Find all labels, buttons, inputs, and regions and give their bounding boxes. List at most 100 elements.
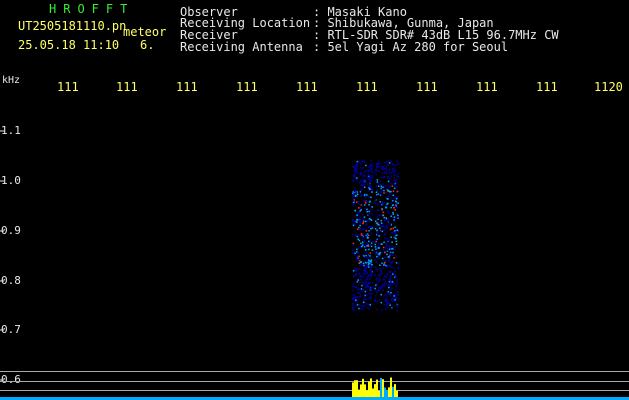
- echo-pixel: [365, 233, 367, 235]
- level-bar: [396, 390, 398, 397]
- time-tick-label: 111: [476, 80, 498, 94]
- echo-pixel: [357, 279, 359, 281]
- echo-pixel: [396, 234, 398, 236]
- echo-pixel: [352, 223, 355, 225]
- echo-pixel: [370, 196, 372, 199]
- level-bar: [376, 379, 378, 397]
- echo-pixel: [391, 185, 394, 187]
- echo-pixel: [368, 204, 370, 206]
- echo-pixel: [374, 258, 376, 261]
- echo-pixel: [395, 197, 398, 200]
- echo-pixel: [387, 291, 390, 293]
- echo-pixel: [370, 228, 372, 230]
- echo-pixel: [374, 220, 377, 223]
- echo-pixel: [356, 214, 358, 216]
- echo-pixel: [390, 274, 392, 276]
- echo-pixel: [366, 264, 368, 267]
- echo-pixel: [375, 219, 378, 221]
- echo-pixel: [371, 293, 373, 295]
- echo-pixel: [396, 213, 398, 215]
- echo-pixel: [395, 179, 397, 181]
- echo-pixel: [397, 294, 399, 296]
- echo-pixel: [371, 281, 374, 284]
- echo-pixel: [367, 169, 370, 171]
- echo-pixel: [389, 271, 392, 273]
- echo-pixel: [396, 281, 398, 284]
- echo-pixel: [370, 180, 372, 182]
- echo-pixel: [352, 249, 355, 251]
- echo-pixel: [389, 279, 391, 282]
- echo-pixel: [394, 270, 396, 272]
- echo-pixel: [363, 199, 365, 202]
- echo-pixel: [387, 306, 389, 308]
- echo-pixel: [359, 276, 361, 278]
- echo-pixel: [366, 220, 369, 222]
- echo-pixel: [362, 228, 364, 231]
- echo-pixel: [364, 270, 366, 272]
- echo-pixel: [384, 256, 386, 259]
- echo-pixel: [391, 287, 393, 289]
- echo-pixel: [366, 266, 368, 268]
- level-bar: [364, 384, 366, 397]
- echo-pixel: [385, 298, 388, 300]
- echo-pixel: [362, 308, 364, 311]
- level-bar: [360, 384, 362, 397]
- echo-pixel: [393, 167, 396, 169]
- echo-pixel: [378, 299, 380, 302]
- echo-pixel: [389, 251, 391, 253]
- echo-pixel: [390, 171, 393, 174]
- echo-pixel: [369, 282, 371, 284]
- echo-pixel: [382, 183, 384, 185]
- echo-pixel: [371, 188, 374, 191]
- echo-pixel: [367, 236, 369, 239]
- echo-pixel: [367, 266, 370, 268]
- echo-pixel: [383, 275, 386, 277]
- echo-pixel: [390, 160, 392, 163]
- echo-pixel: [385, 188, 388, 190]
- echo-pixel: [355, 299, 357, 302]
- echo-pixel: [366, 183, 368, 185]
- echo-pixel: [362, 305, 364, 308]
- echo-pixel: [354, 193, 356, 195]
- echo-pixel: [384, 162, 386, 164]
- echo-pixel: [383, 284, 386, 287]
- echo-pixel: [376, 301, 378, 303]
- echo-pixel: [393, 257, 395, 259]
- echo-pixel: [377, 163, 380, 165]
- echo-pixel: [352, 289, 354, 291]
- echo-pixel: [380, 185, 383, 188]
- echo-pixel: [356, 235, 359, 238]
- echo-pixel: [364, 199, 366, 202]
- level-bar: [392, 386, 394, 397]
- echo-pixel: [396, 160, 398, 163]
- echo-pixel: [387, 250, 390, 252]
- level-bar: [390, 377, 392, 397]
- echo-pixel: [363, 299, 365, 301]
- echo-pixel: [390, 190, 392, 193]
- echo-pixel: [361, 241, 364, 243]
- echo-pixel: [390, 182, 392, 185]
- echo-pixel: [366, 260, 368, 263]
- echo-pixel: [368, 213, 371, 215]
- echo-pixel: [383, 186, 386, 188]
- echo-pixel: [397, 231, 399, 233]
- echo-pixel: [358, 288, 360, 290]
- echo-pixel: [386, 237, 389, 239]
- echo-pixel: [392, 211, 394, 214]
- echo-pixel: [381, 271, 383, 273]
- echo-pixel: [367, 171, 369, 173]
- echo-pixel: [380, 293, 382, 296]
- echo-pixel: [377, 182, 380, 185]
- echo-pixel: [352, 307, 354, 309]
- echo-pixel: [385, 293, 388, 295]
- echo-pixel: [394, 237, 397, 240]
- echo-pixel: [392, 300, 394, 303]
- echo-pixel: [369, 243, 372, 246]
- echo-pixel: [366, 278, 368, 281]
- echo-pixel: [375, 248, 377, 250]
- echo-pixel: [394, 230, 396, 232]
- echo-pixel: [386, 273, 388, 275]
- echo-pixel: [357, 214, 360, 217]
- echo-pixel: [397, 173, 399, 175]
- echo-pixel: [386, 253, 388, 256]
